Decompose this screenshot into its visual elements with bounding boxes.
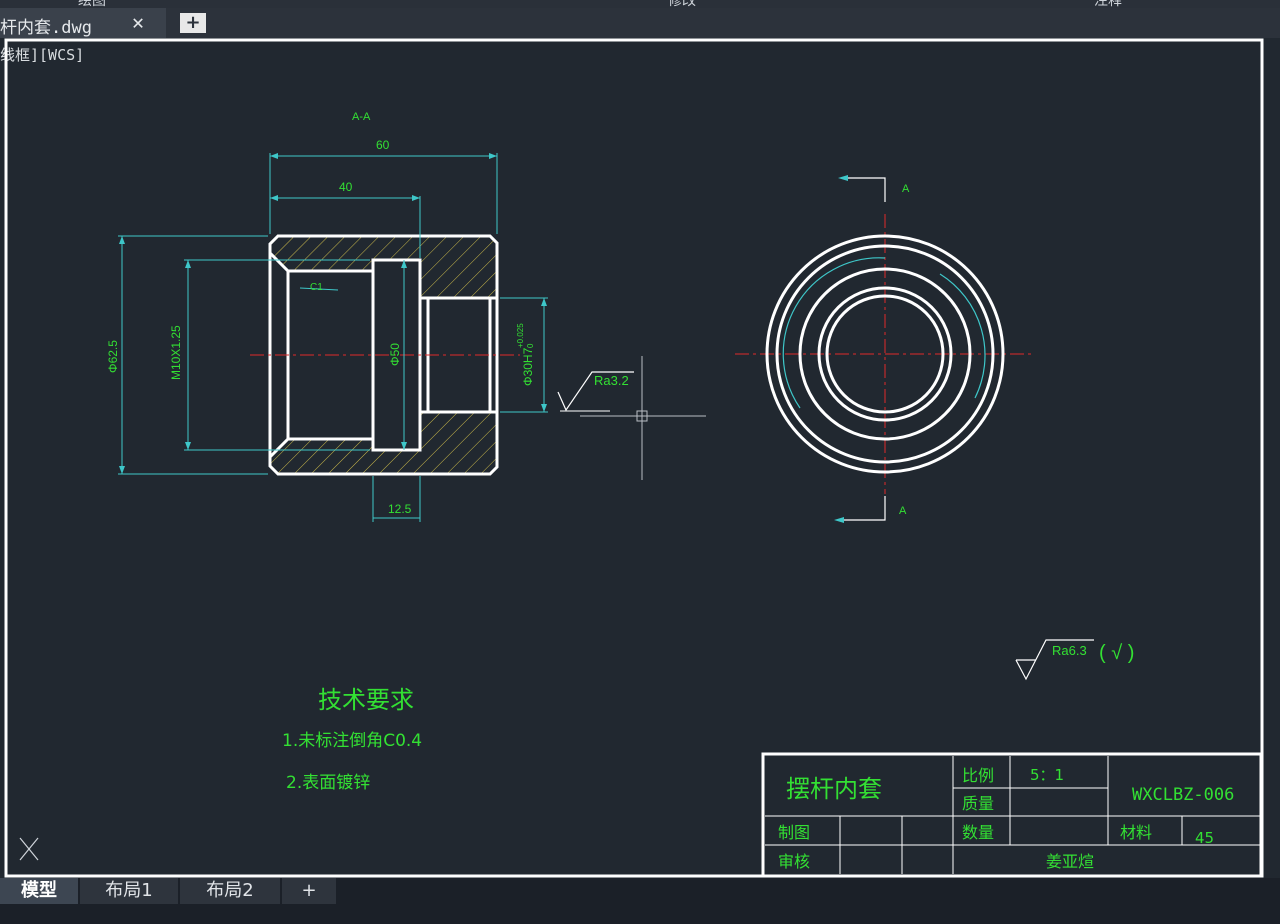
- dim-thread: M10X1.25: [169, 325, 183, 380]
- section-arrow-top: [838, 175, 848, 181]
- dim-groove-width: 12.5: [388, 502, 412, 516]
- dim-chamfer: C1: [310, 282, 323, 293]
- dim-bore-dia: Φ50: [388, 343, 402, 366]
- tab-model[interactable]: 模型: [0, 878, 78, 904]
- drawing-border: [4, 38, 1264, 878]
- file-tab-name: 杆内套.dwg: [0, 18, 92, 38]
- section-mark-bottom: A: [899, 505, 907, 517]
- tab-layout1[interactable]: 布局1: [80, 878, 178, 904]
- tech-req-title: 技术要求: [318, 686, 414, 714]
- dim-tol-lower: 0: [526, 343, 535, 348]
- section-arrow-bottom: [834, 517, 844, 523]
- tech-req-item1: 1.未标注倒角C0.4: [282, 731, 422, 751]
- cad-drawing[interactable]: A-A 60 40 Φ62.5 M10X1.25 Φ50 Φ30H7 +0.02…: [0, 38, 1280, 878]
- ucs-icon: [19, 837, 39, 861]
- menu-modify[interactable]: 修改: [668, 0, 696, 8]
- part-name: 摆杆内套: [786, 775, 882, 803]
- dim-tol-upper: +0.025: [516, 323, 525, 348]
- add-layout-icon[interactable]: +: [282, 878, 336, 904]
- section-label: A-A: [352, 111, 371, 123]
- roughness-general-label: Ra6.3: [1052, 643, 1087, 658]
- review-label: 审核: [778, 852, 810, 871]
- menu-annotate[interactable]: 注释: [1094, 0, 1122, 8]
- end-view: [735, 214, 1035, 494]
- roughness-local-label: Ra3.2: [594, 373, 629, 388]
- dim-length-total: 60: [376, 138, 390, 152]
- section-mark-top: A: [902, 183, 910, 195]
- dim-small-bore: Φ30H7: [521, 347, 535, 386]
- tab-layout2[interactable]: 布局2: [180, 878, 280, 904]
- layout-tab-bar: 模型 布局1 布局2 +: [0, 878, 1280, 924]
- dim-outer-dia: Φ62.5: [106, 340, 120, 373]
- roughness-general-suffix: ( √ ): [1099, 642, 1134, 664]
- title-block: [761, 752, 1263, 878]
- dim-length-bore: 40: [339, 180, 353, 194]
- scale-value: 5：1: [1030, 766, 1064, 784]
- material-label: 材料: [1120, 823, 1152, 842]
- section-hatch-bottom: [270, 412, 497, 474]
- drawn-label: 制图: [778, 823, 810, 842]
- new-tab-icon[interactable]: +: [180, 13, 206, 33]
- drawing-number: WXCLBZ-006: [1132, 785, 1234, 805]
- tech-req-item2: 2.表面镀锌: [286, 773, 370, 793]
- close-icon[interactable]: ✕: [132, 10, 144, 34]
- scale-label: 比例: [962, 766, 994, 785]
- material-value: 45: [1195, 829, 1214, 847]
- mass-label: 质量: [962, 794, 994, 813]
- top-menu-strip: 绘图 修改 注释: [0, 0, 1280, 8]
- file-tab[interactable]: 杆内套.dwg ✕: [0, 8, 166, 38]
- document-tab-bar: 杆内套.dwg ✕ +: [0, 8, 1280, 38]
- designer-name: 姜亚煊: [1046, 852, 1094, 871]
- qty-label: 数量: [962, 823, 994, 842]
- menu-draw[interactable]: 绘图: [78, 0, 106, 8]
